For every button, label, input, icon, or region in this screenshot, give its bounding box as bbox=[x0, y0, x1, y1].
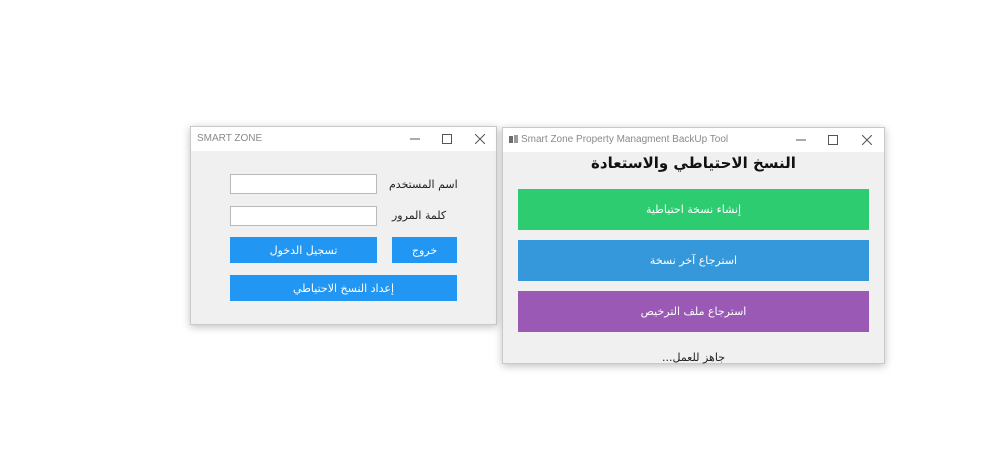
exit-button[interactable]: خروج bbox=[392, 237, 457, 263]
minimize-icon[interactable] bbox=[399, 127, 431, 151]
status-text: جاهز للعمل... bbox=[662, 351, 725, 364]
password-label: كلمة المرور bbox=[392, 209, 447, 222]
minimize-icon[interactable] bbox=[785, 128, 817, 152]
login-body: اسم المستخدم كلمة المرور تسجيل الدخول خر… bbox=[191, 151, 496, 324]
login-window-title: SMART ZONE bbox=[197, 133, 263, 144]
backup-window: Smart Zone Property Managment BackUp Too… bbox=[502, 127, 885, 364]
close-icon[interactable] bbox=[464, 127, 496, 151]
create-backup-button[interactable]: إنشاء نسخة احتياطية bbox=[518, 189, 869, 230]
close-icon[interactable] bbox=[851, 128, 883, 152]
restore-license-button[interactable]: استرجاع ملف الترخيص bbox=[518, 291, 869, 332]
login-window: SMART ZONE اسم المستخدم كلمة المرور تسجي… bbox=[190, 126, 497, 325]
restore-last-backup-button[interactable]: استرجاع آخر نسخة bbox=[518, 240, 869, 281]
backup-setup-button[interactable]: إعداد النسخ الاحتياطي bbox=[230, 275, 457, 301]
login-titlebar: SMART ZONE bbox=[191, 127, 496, 151]
maximize-icon[interactable] bbox=[817, 128, 849, 152]
username-input[interactable] bbox=[230, 174, 377, 194]
backup-window-title-text: Smart Zone Property Managment BackUp Too… bbox=[521, 134, 729, 145]
login-button[interactable]: تسجيل الدخول bbox=[230, 237, 377, 263]
backup-titlebar: Smart Zone Property Managment BackUp Too… bbox=[503, 128, 884, 152]
backup-window-title: Smart Zone Property Managment BackUp Too… bbox=[509, 134, 728, 145]
password-input[interactable] bbox=[230, 206, 377, 226]
page-title: النسخ الاحتياطي والاستعادة bbox=[591, 154, 796, 172]
app-icon bbox=[509, 135, 518, 143]
username-label: اسم المستخدم bbox=[389, 178, 458, 191]
maximize-icon[interactable] bbox=[431, 127, 463, 151]
